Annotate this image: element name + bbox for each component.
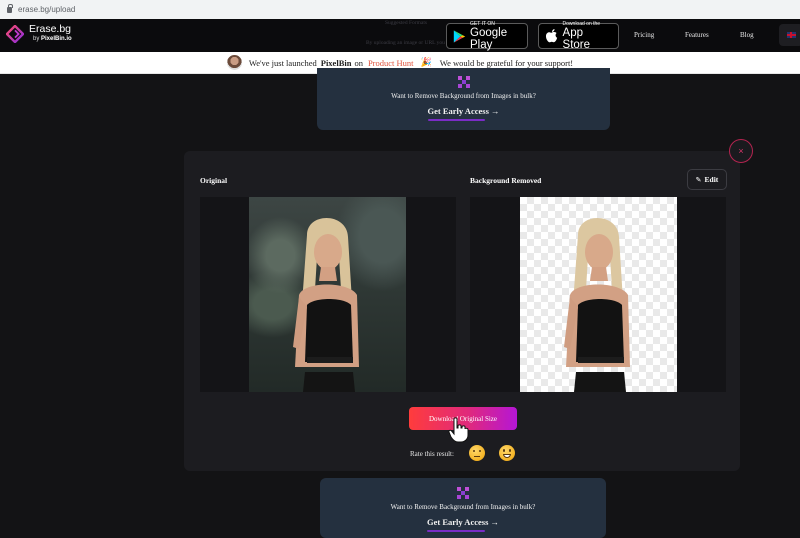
brand-sub-prefix: by bbox=[33, 36, 42, 42]
brand-sub-name: PixelBin.io bbox=[41, 36, 72, 42]
url-text[interactable]: erase.bg/upload bbox=[18, 5, 75, 14]
product-hunt-link[interactable]: Product Hunt bbox=[368, 58, 414, 68]
close-icon: × bbox=[738, 146, 744, 156]
edit-label: Edit bbox=[704, 175, 719, 184]
happy-eye-left bbox=[503, 449, 505, 452]
google-play-button[interactable]: GET IT ON Google Play bbox=[446, 21, 528, 51]
apple-icon bbox=[545, 29, 558, 43]
original-photo bbox=[249, 197, 406, 392]
nav-blog[interactable]: Blog bbox=[740, 31, 754, 39]
person-figure-removed bbox=[564, 217, 630, 392]
language-selector[interactable] bbox=[779, 24, 800, 46]
bulk-promo-bottom: Want to Remove Background from Images in… bbox=[320, 478, 606, 538]
announcement-avatar bbox=[226, 55, 242, 70]
bulk-promo-question: Want to Remove Background from Images in… bbox=[390, 503, 536, 511]
rating-sad-emoji-button[interactable] bbox=[469, 445, 485, 461]
bulk-promo-top: Want to Remove Background from Images in… bbox=[317, 68, 610, 130]
close-button[interactable]: × bbox=[729, 139, 753, 163]
background-removed-photo bbox=[520, 197, 677, 392]
background-removed-label: Background Removed bbox=[470, 176, 542, 185]
happy-eye-right bbox=[509, 449, 511, 452]
get-early-access-link[interactable]: Get Early Access → bbox=[427, 106, 500, 121]
background-removed-image-panel bbox=[470, 197, 726, 392]
brand-subtitle: by PixelBin.io bbox=[29, 35, 72, 43]
pencil-icon: ✎ bbox=[695, 175, 702, 184]
google-play-big-text: Google Play bbox=[470, 27, 508, 51]
google-play-icon bbox=[453, 29, 466, 43]
brand-name: Erase.bg bbox=[29, 23, 72, 35]
rating-happy-emoji-button[interactable] bbox=[499, 445, 515, 461]
app-store-button[interactable]: Download on the App Store bbox=[538, 21, 619, 51]
edit-button[interactable]: ✎ Edit bbox=[687, 169, 727, 190]
nav-pricing[interactable]: Pricing bbox=[634, 31, 654, 39]
nav-features[interactable]: Features bbox=[685, 31, 709, 39]
rate-result-label: Rate this result: bbox=[410, 450, 454, 458]
person-figure-original bbox=[293, 217, 359, 392]
bulk-promo-question: Want to Remove Background from Images in… bbox=[391, 92, 536, 100]
announcement-suffix: We would be grateful for your support! bbox=[439, 57, 574, 68]
party-popper-icon: 🎉 bbox=[420, 57, 432, 67]
original-image-panel bbox=[200, 197, 456, 392]
hand-pointer-cursor-icon bbox=[448, 417, 469, 443]
pixelbin-mark-icon bbox=[457, 487, 469, 499]
sad-eye-right bbox=[479, 450, 481, 452]
erase-bg-logo-icon bbox=[6, 24, 24, 43]
announcement-on: on bbox=[354, 57, 363, 68]
happy-mouth bbox=[503, 454, 511, 458]
sad-mouth bbox=[474, 456, 480, 457]
get-early-access-link[interactable]: Get Early Access → bbox=[427, 517, 499, 532]
ghost-suggested-formats: Suggested Formats bbox=[385, 20, 428, 26]
sad-eye-left bbox=[473, 450, 475, 452]
app-store-big-text: App Store bbox=[562, 27, 591, 51]
brand-logo-link[interactable]: Erase.bg by PixelBin.io bbox=[6, 24, 72, 43]
pixelbin-mark-icon bbox=[457, 76, 470, 88]
original-label: Original bbox=[200, 176, 228, 185]
ghost-upload-terms: By uploading an image or URL you bbox=[366, 40, 445, 46]
lock-icon bbox=[7, 3, 13, 13]
announcement-product: PixelBin bbox=[320, 57, 352, 68]
uk-flag-icon bbox=[786, 32, 796, 38]
browser-url-bar[interactable]: erase.bg/upload bbox=[0, 0, 800, 19]
announcement-prefix: We've just launched bbox=[248, 57, 317, 68]
